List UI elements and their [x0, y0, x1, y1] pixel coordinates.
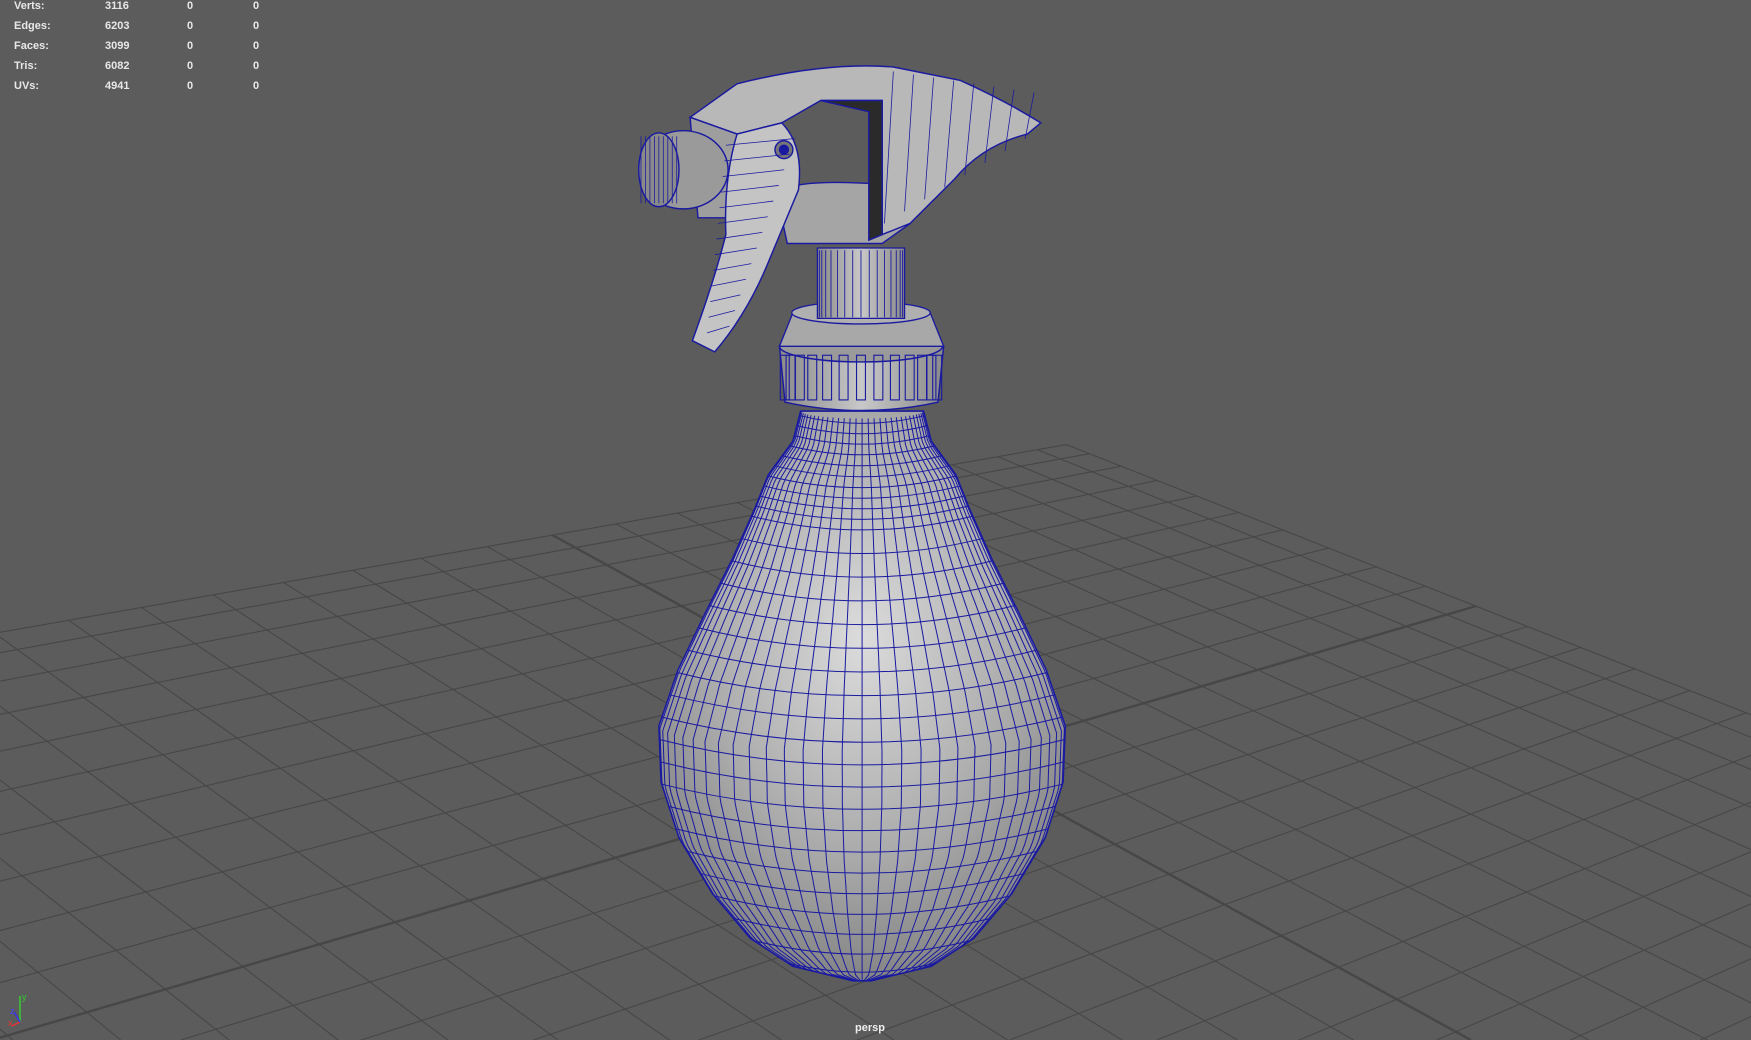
- hud-value: 0: [187, 40, 194, 52]
- axis-x-label: x: [8, 1018, 13, 1028]
- axis-gizmo-icon: y z x: [8, 992, 27, 1028]
- hud-value: 0: [253, 0, 260, 12]
- grid-line: [0, 779, 339, 1040]
- grid-line: [68, 619, 670, 1040]
- grid-line: [0, 705, 449, 1040]
- hud-value: 3116: [105, 0, 129, 12]
- hud-label: UVs:: [14, 80, 40, 92]
- grid-line: [0, 636, 559, 1040]
- grid-line: [1066, 444, 1751, 716]
- hud-value: 6082: [105, 60, 130, 72]
- hud-value: 0: [253, 60, 260, 72]
- pump-neck: [816, 247, 906, 320]
- hud-value: 0: [253, 40, 260, 52]
- hud-label: Tris:: [14, 60, 38, 72]
- axis-y-label: y: [22, 992, 27, 1002]
- hud-value: 0: [187, 0, 194, 12]
- hud-label: Faces:: [14, 40, 49, 52]
- hud-value: 0: [187, 60, 194, 72]
- grid-line: [1700, 1015, 1751, 1040]
- hud-value: 0: [187, 80, 194, 92]
- grid-line: [0, 529, 1283, 836]
- grid-line: [952, 464, 1751, 808]
- hud-value: 0: [187, 20, 194, 32]
- grid-line: [1037, 449, 1751, 738]
- camera-label: persp: [855, 1022, 885, 1034]
- grid-line: [1298, 851, 1751, 1040]
- 3d-viewport[interactable]: [0, 0, 1751, 1040]
- hud-value: 3099: [105, 40, 130, 52]
- grid-line: [1156, 801, 1751, 1040]
- hud-label: Edges:: [14, 20, 51, 32]
- axis-z-label: z: [10, 1006, 15, 1016]
- hud-value: 0: [253, 20, 260, 32]
- hud-value: 0: [253, 80, 260, 92]
- hud-value: 4941: [105, 80, 130, 92]
- grid-line: [1436, 903, 1751, 1040]
- hud-label: Verts:: [14, 0, 45, 12]
- hud-value: 6203: [105, 20, 130, 32]
- grid-line: [997, 456, 1751, 770]
